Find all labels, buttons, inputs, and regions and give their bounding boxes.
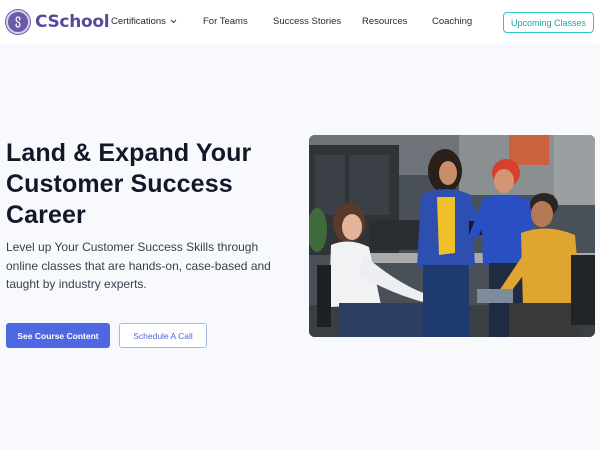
brand[interactable]: CSchool	[6, 9, 110, 35]
chevron-down-icon	[170, 16, 177, 27]
schedule-call-button[interactable]: Schedule A Call	[119, 323, 207, 348]
team-photo	[309, 135, 595, 337]
hero-description: Level up Your Customer Success Skills th…	[6, 238, 296, 294]
hero-title-line: Career	[6, 201, 86, 229]
hero-title-line: Customer Success	[6, 170, 233, 198]
nav-item-label: Success Stories	[273, 16, 342, 27]
nav-item-label: For Teams	[203, 16, 248, 27]
hero-title-line: Land & Expand Your	[6, 139, 252, 167]
nav-item-coaching[interactable]: Coaching	[432, 16, 472, 27]
hero-description-line: taught by industry experts.	[6, 277, 147, 291]
nav-item-label: Certifications	[111, 16, 166, 28]
upcoming-classes-button[interactable]: Upcoming Classes	[503, 12, 594, 33]
nav-item-label: Coaching	[432, 16, 473, 27]
nav-item-for-teams[interactable]: For Teams	[203, 16, 248, 27]
brand-name: CSchool	[35, 12, 110, 32]
top-navbar: CSchool Certifications For Teams Success…	[0, 0, 600, 44]
nav-item-resources[interactable]: Resources	[362, 16, 407, 27]
hero-description-line: Level up Your Customer Success Skills th…	[6, 240, 259, 254]
nav-item-success-stories[interactable]: Success Stories	[273, 16, 341, 27]
hero-title: Land & Expand Your Customer Success Care…	[6, 138, 306, 231]
see-course-content-button[interactable]: See Course Content	[6, 323, 110, 348]
nav-item-certifications[interactable]: Certifications	[111, 16, 177, 27]
brand-logo-icon	[6, 10, 30, 34]
hero-description-line: online classes that are hands-on, case-b…	[6, 258, 271, 273]
nav-item-label: Resources	[362, 16, 408, 27]
